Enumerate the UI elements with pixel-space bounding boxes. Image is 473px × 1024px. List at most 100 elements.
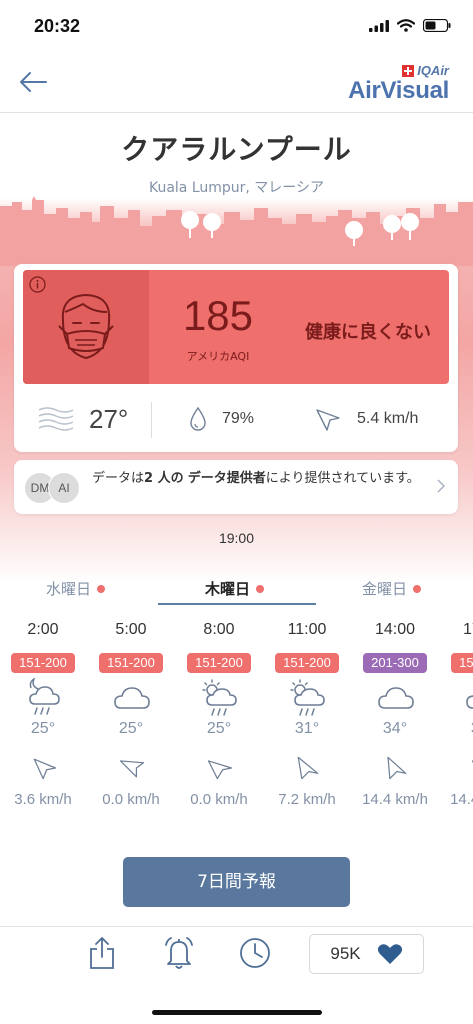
battery-icon <box>423 19 451 32</box>
status-bar: 20:32 <box>0 0 473 50</box>
wind-direction-icon <box>119 760 145 778</box>
brand-airvisual: AirVisual <box>348 77 449 104</box>
weather-separator <box>151 402 152 438</box>
hour-forecast-item: 11:00 151-200 31° 7.2 km/h <box>263 620 351 810</box>
city-skyline-illustration <box>0 196 473 266</box>
aqi-dot <box>256 584 265 593</box>
tab-thursday[interactable]: 木曜日 <box>205 578 265 599</box>
aqi-face-panel <box>23 270 149 384</box>
day-tabs: 水曜日 木曜日 金曜日 <box>0 576 473 606</box>
aqi-value: 185 <box>182 292 254 339</box>
like-button[interactable]: 95K <box>309 934 424 974</box>
humidity-drop-icon <box>190 406 206 431</box>
wind-direction-icon <box>316 409 340 431</box>
hour-time: 2:00 <box>27 621 59 638</box>
hour-temperature: 25° <box>206 720 232 737</box>
aqi-unit: アメリカAQI <box>186 350 250 363</box>
hour-aqi-badge: 201-300 <box>363 653 427 673</box>
provider-text: データは2 人の データ提供者により提供されています。 <box>92 471 420 486</box>
hour-time: 5:00 <box>115 621 147 638</box>
like-count: 95K <box>330 944 361 963</box>
temperature: 27° <box>37 392 128 446</box>
hour-aqi-badge: 151-200 <box>11 653 75 673</box>
hour-forecast-item: 17:00 151-200 32° 14.4 km/h <box>439 620 473 810</box>
hour-temperature: 34° <box>382 720 408 737</box>
share-button[interactable] <box>88 935 116 975</box>
hour-wind-speed: 14.4 km/h <box>362 791 428 808</box>
aqi-dot <box>413 584 422 593</box>
alert-button[interactable] <box>162 935 196 975</box>
hour-forecast-item: 5:00 151-200 25° 0.0 km/h <box>87 620 175 810</box>
sun-rain-icon <box>290 679 325 716</box>
cellular-signal-icon <box>369 19 389 32</box>
hour-time: 17:00 <box>462 621 473 638</box>
back-arrow-icon <box>20 72 47 92</box>
data-provider-card[interactable]: DM AI データは2 人の データ提供者により提供されています。 <box>14 460 458 514</box>
status-time: 20:32 <box>34 16 81 36</box>
share-icon <box>90 937 114 969</box>
cloud-icon <box>378 687 414 709</box>
swiss-flag-icon <box>402 64 415 77</box>
hour-temperature: 32° <box>439 720 473 738</box>
temperature-value: 27° <box>89 403 129 434</box>
hour-time: 8:00 <box>203 621 235 638</box>
brand-iqair: IQAir <box>417 63 449 78</box>
aqi-level: 健康に良くない <box>305 322 431 343</box>
aqi-dot <box>97 584 106 593</box>
current-weather: 27° 79% 5.4 km/h <box>23 392 449 446</box>
info-icon[interactable] <box>29 276 46 293</box>
status-icons <box>369 19 451 32</box>
aqi-band: 185 アメリカAQI 健康に良くない <box>23 270 449 384</box>
tab-friday[interactable]: 金曜日 <box>362 578 422 599</box>
bell-icon <box>165 937 193 969</box>
seven-day-forecast-button[interactable]: 7日間予報 <box>123 857 350 907</box>
active-tab-indicator <box>158 603 316 605</box>
wind-value: 5.4 km/h <box>357 410 419 427</box>
update-time: 19:00 <box>218 530 255 546</box>
hour-forecast-item: 14:00 201-300 34° 14.4 km/h <box>351 620 439 810</box>
cloud-icon <box>466 695 473 709</box>
wind: 5.4 km/h <box>313 392 418 446</box>
wind-direction-icon <box>297 756 319 780</box>
hour-wind-speed: 0.0 km/h <box>190 791 248 808</box>
clock-icon <box>240 938 270 968</box>
face-mask-icon <box>58 293 114 360</box>
hour-wind-speed: 0.0 km/h <box>102 791 160 808</box>
heart-icon <box>377 944 402 964</box>
night-rain-icon <box>29 678 60 715</box>
bottom-toolbar: 95K <box>0 927 473 1024</box>
tab-wednesday[interactable]: 水曜日 <box>46 578 106 599</box>
chevron-right-icon <box>437 479 446 493</box>
wind-direction-icon <box>387 756 407 780</box>
hour-time: 14:00 <box>374 621 416 638</box>
haze-icon <box>38 407 74 431</box>
hour-aqi-badge: 151-200 <box>187 653 251 673</box>
sun-rain-icon <box>202 679 237 716</box>
hour-wind-speed: 3.6 km/h <box>14 791 72 808</box>
hour-temperature: 25° <box>30 720 56 737</box>
wind-direction-icon <box>207 760 233 780</box>
city-subtitle: Kuala Lumpur, マレーシア <box>148 180 325 196</box>
hour-aqi-badge: 151-200 <box>451 653 473 673</box>
hour-temperature: 25° <box>118 720 144 737</box>
hour-aqi-badge: 151-200 <box>99 653 163 673</box>
city-name: クアラルンプール <box>121 133 352 166</box>
cloud-icon <box>114 687 150 709</box>
hourly-forecast[interactable]: 2:00 151-200 25° 3.6 km/h 5:00 151-200 25° 0.0 … <box>0 620 473 820</box>
provider-avatar: AI <box>48 472 80 504</box>
hour-wind-speed: 14.4 km/h <box>450 791 473 808</box>
back-button[interactable] <box>14 66 52 96</box>
home-indicator <box>152 1010 322 1015</box>
aqi-card[interactable]: 185 アメリカAQI 健康に良くない 27° 79% 5.4 km/h <box>14 264 458 452</box>
hour-temperature: 31° <box>294 720 320 737</box>
humidity: 79% <box>188 392 254 446</box>
hour-time: 11:00 <box>287 621 327 638</box>
wind-direction-icon <box>33 758 57 780</box>
nav-bar: IQAir AirVisual <box>0 50 473 110</box>
humidity-value: 79% <box>222 410 255 427</box>
wifi-icon <box>397 19 415 32</box>
hour-wind-speed: 7.2 km/h <box>278 791 336 808</box>
hour-forecast-item: 2:00 151-200 25° 3.6 km/h <box>0 620 87 810</box>
brand-logo: IQAir AirVisual <box>348 63 449 104</box>
history-button[interactable] <box>238 935 272 975</box>
